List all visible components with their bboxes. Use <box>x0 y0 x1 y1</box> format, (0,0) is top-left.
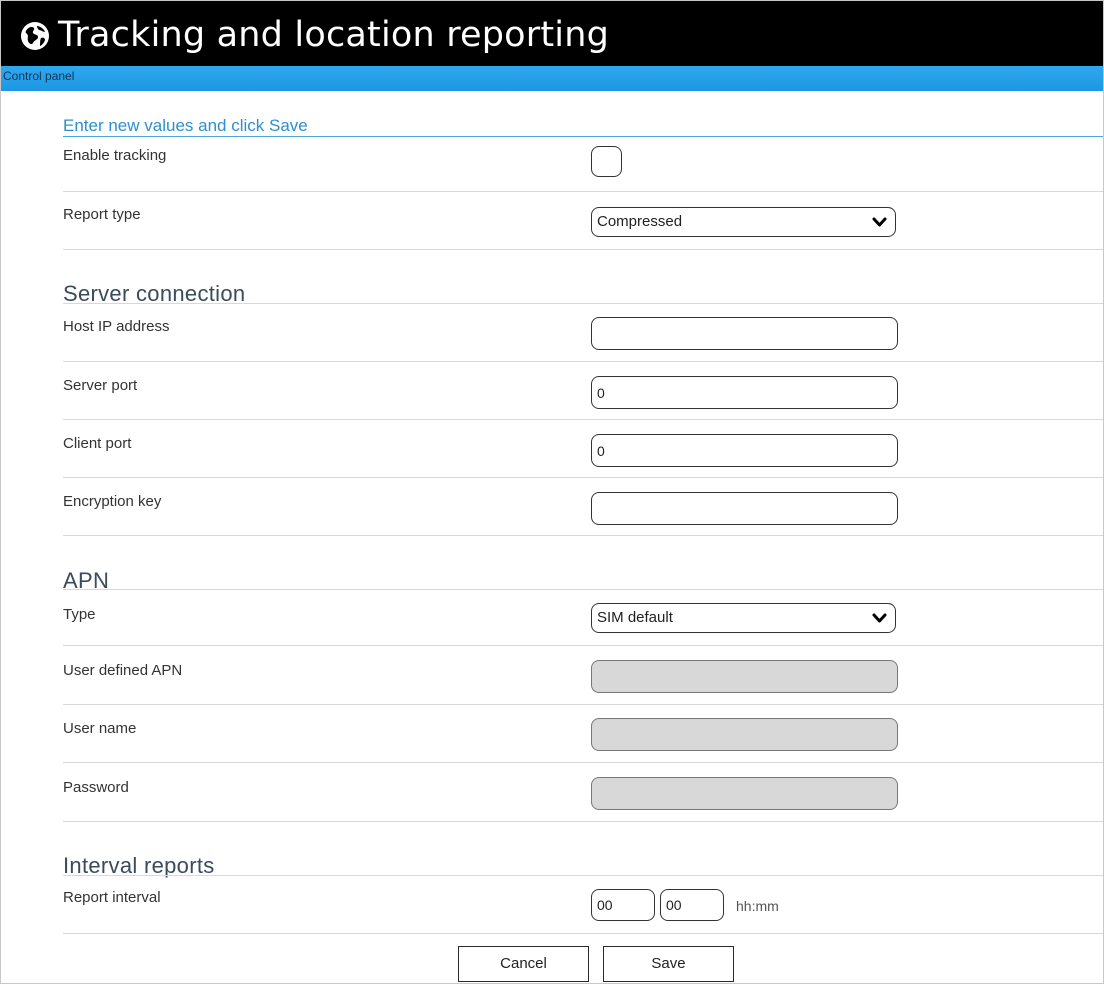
interval-minutes-field[interactable]: 00 <box>660 889 724 921</box>
interval-format-hint: hh:mm <box>736 898 779 914</box>
server-port-value: 0 <box>597 385 605 401</box>
instruction-divider <box>63 136 1103 137</box>
server-port-label: Server port <box>63 377 138 394</box>
row-divider <box>63 704 1103 705</box>
report-interval-label: Report interval <box>63 889 161 906</box>
cancel-button[interactable]: Cancel <box>458 946 589 982</box>
interval-hours-value: 00 <box>597 897 613 913</box>
title-bar: Tracking and location reporting <box>1 1 1103 66</box>
instruction-text: Enter new values and click Save <box>63 116 308 135</box>
report-type-label: Report type <box>63 206 141 223</box>
client-port-value: 0 <box>597 443 605 459</box>
report-type-select[interactable]: Compressed <box>591 207 896 237</box>
row-divider <box>63 762 1103 763</box>
client-port-field[interactable]: 0 <box>591 434 898 467</box>
breadcrumb-control-panel[interactable]: Control panel <box>3 69 74 83</box>
globe-icon <box>21 22 49 50</box>
row-divider <box>63 645 1103 646</box>
breadcrumb-bar: Control panel <box>1 66 1103 91</box>
row-divider <box>63 361 1103 362</box>
server-port-field[interactable]: 0 <box>591 376 898 409</box>
row-divider <box>63 933 1103 934</box>
row-divider <box>63 535 1103 536</box>
enable-tracking-checkbox[interactable] <box>591 146 622 177</box>
password-field <box>591 777 898 810</box>
section-divider <box>63 875 1103 876</box>
user-defined-apn-label: User defined APN <box>63 662 183 679</box>
enable-tracking-label: Enable tracking <box>63 147 167 164</box>
section-divider <box>63 589 1103 590</box>
row-divider <box>63 191 1103 192</box>
row-divider <box>63 477 1103 478</box>
user-defined-apn-field <box>591 660 898 693</box>
password-label: Password <box>63 779 129 796</box>
encryption-key-field[interactable] <box>591 492 898 525</box>
apn-type-value: SIM default <box>597 609 673 626</box>
client-port-label: Client port <box>63 435 132 452</box>
apn-type-label: Type <box>63 606 96 623</box>
interval-hours-field[interactable]: 00 <box>591 889 655 921</box>
section-divider <box>63 303 1103 304</box>
row-divider <box>63 419 1103 420</box>
encryption-key-label: Encryption key <box>63 493 162 510</box>
host-ip-field[interactable] <box>591 317 898 350</box>
interval-minutes-value: 00 <box>666 897 682 913</box>
chevron-down-icon <box>872 217 887 227</box>
chevron-down-icon <box>872 613 887 623</box>
host-ip-label: Host IP address <box>63 318 170 335</box>
user-name-field <box>591 718 898 751</box>
user-name-label: User name <box>63 720 137 737</box>
report-type-value: Compressed <box>597 213 683 230</box>
page-title: Tracking and location reporting <box>58 15 610 55</box>
row-divider <box>63 249 1103 250</box>
row-divider <box>63 821 1103 822</box>
save-button[interactable]: Save <box>603 946 734 982</box>
section-heading-apn: APN <box>63 568 110 593</box>
apn-type-select[interactable]: SIM default <box>591 603 896 633</box>
